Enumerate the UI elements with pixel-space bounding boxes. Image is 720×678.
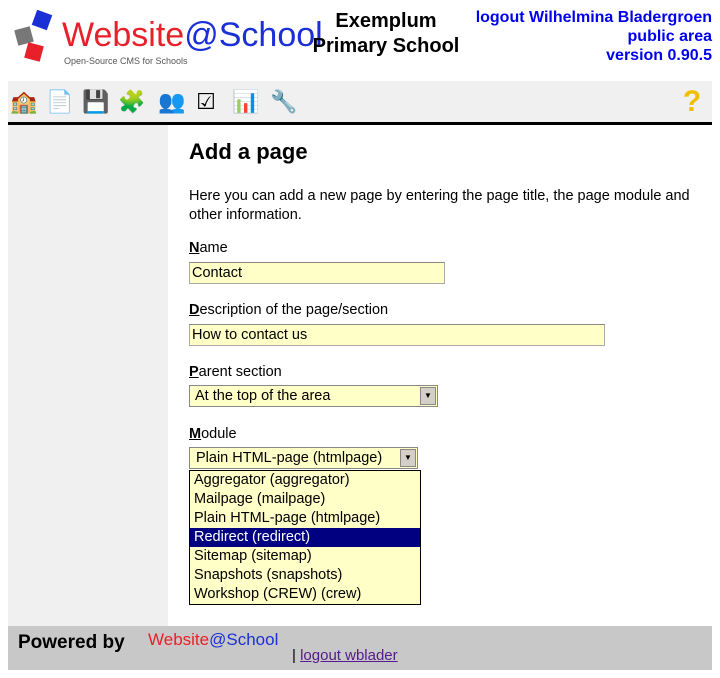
statistics-icon[interactable]: 📊 [232, 87, 260, 117]
name-input[interactable] [189, 262, 445, 284]
save-icon[interactable]: 💾 [82, 87, 110, 117]
intro-text: Here you can add a new page by entering … [189, 188, 690, 223]
help-icon[interactable]: ? [678, 87, 706, 117]
home-icon[interactable]: 🏫 [10, 87, 38, 117]
module-dropdown-list[interactable]: Aggregator (aggregator) Mailpage (mailpa… [189, 470, 421, 605]
users-icon[interactable]: 👥 [158, 87, 186, 117]
module-option[interactable]: Sitemap (sitemap) [190, 547, 420, 566]
module-option[interactable]: Aggregator (aggregator) [190, 471, 420, 490]
powered-by-label: Powered by [18, 632, 125, 653]
module-label: Module [189, 426, 237, 442]
description-input[interactable] [189, 324, 605, 346]
description-label: Description of the page/section [189, 302, 389, 318]
footer-links: | logout wblader [292, 647, 398, 664]
footer-logo[interactable]: Website@School [148, 630, 278, 650]
module-option[interactable]: Plain HTML-page (htmlpage) [190, 509, 420, 528]
school-name: Exemplum Primary School [312, 10, 460, 57]
name-label: Name [189, 240, 228, 256]
modules-icon[interactable]: 🧩 [118, 87, 146, 117]
tools-icon[interactable]: 🔧 [270, 87, 298, 117]
footer: Powered by Website@School | logout wblad… [8, 626, 712, 670]
checklist-icon[interactable]: ☑ [192, 87, 220, 117]
user-info: logout Wilhelmina Bladergroen public are… [476, 8, 712, 65]
chevron-down-icon[interactable]: ▼ [400, 449, 416, 467]
website-at-school-logo[interactable]: Website@School Open-Source CMS for Schoo… [12, 10, 323, 72]
version-link[interactable]: version 0.90.5 [606, 47, 712, 64]
parent-section-select[interactable]: At the top of the area ▼ [189, 385, 438, 407]
module-option[interactable]: Mailpage (mailpage) [190, 490, 420, 509]
page-icon[interactable]: 📄 [46, 87, 74, 117]
logout-wblader-link[interactable]: logout wblader [300, 647, 398, 664]
page-title: Add a page [189, 139, 308, 164]
parent-section-label: Parent section [189, 364, 282, 380]
chevron-down-icon[interactable]: ▼ [420, 387, 436, 405]
module-option[interactable]: Workshop (CREW) (crew) [190, 585, 420, 604]
toolbar: 🏫 📄 💾 🧩 👥 ☑ 📊 🔧 ? [8, 81, 712, 122]
sidebar [8, 125, 168, 626]
logo-tagline: Open-Source CMS for Schools [64, 56, 188, 66]
logout-link[interactable]: logout Wilhelmina Bladergroen [476, 9, 712, 26]
module-option[interactable]: Snapshots (snapshots) [190, 566, 420, 585]
module-option-highlighted[interactable]: Redirect (redirect) [190, 528, 420, 547]
module-select[interactable]: Plain HTML-page (htmlpage) ▼ [189, 447, 418, 469]
area-link[interactable]: public area [628, 28, 712, 45]
